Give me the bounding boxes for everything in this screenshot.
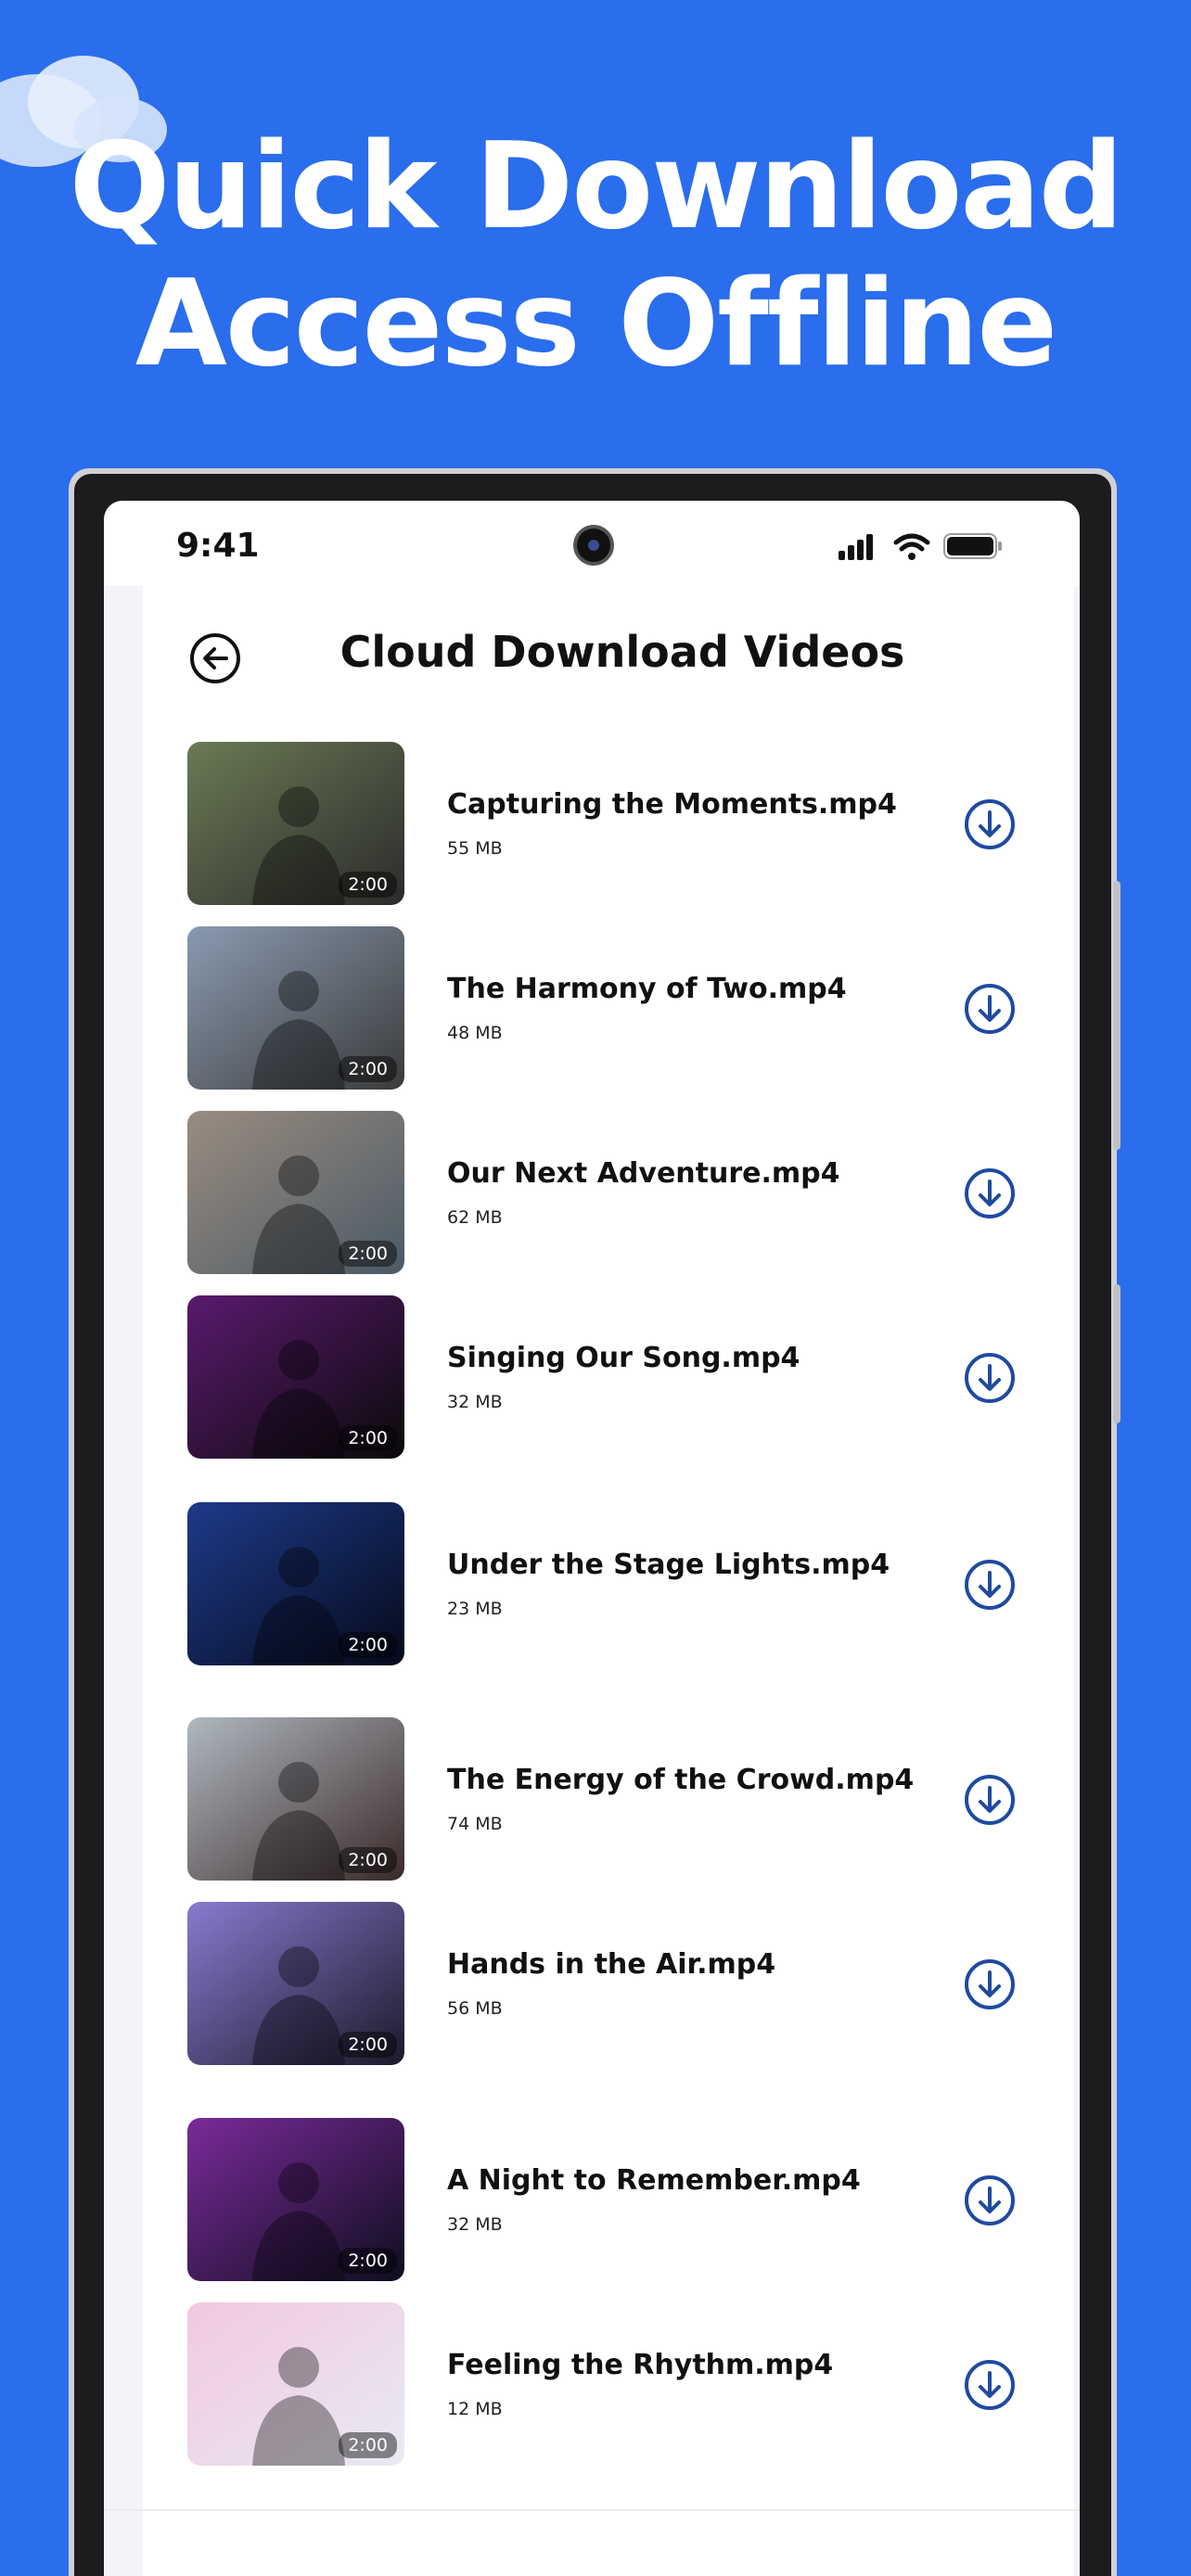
video-duration: 2:00 [339,1425,397,1451]
battery-icon [943,533,1002,559]
download-icon[interactable] [963,2358,1017,2412]
video-list-item[interactable]: 2:00 A Night to Remember.mp4 32 MB [143,2118,1074,2281]
video-list-item[interactable]: 2:00 The Harmony of Two.mp4 48 MB [143,926,1074,1090]
video-title: The Harmony of Two.mp4 [447,973,847,1005]
video-list-item[interactable]: 2:00 Feeling the Rhythm.mp4 12 MB [143,2302,1074,2466]
video-title: Capturing the Moments.mp4 [447,788,897,821]
video-thumbnail[interactable]: 2:00 [187,926,404,1090]
video-thumbnail[interactable]: 2:00 [187,742,404,905]
page-title: Cloud Download Videos [339,627,905,677]
video-duration: 2:00 [339,2432,397,2458]
video-file-size: 56 MB [447,1998,503,2019]
video-file-size: 74 MB [447,1814,503,1834]
status-time: 9:41 [176,527,260,565]
promo-headline: Quick Download Access Offline [0,119,1191,393]
signal-icon [839,534,873,560]
video-file-size: 12 MB [447,2399,503,2419]
video-thumbnail[interactable]: 2:00 [187,1717,404,1881]
video-list-item[interactable]: 2:00 Under the Stage Lights.mp4 23 MB [143,1502,1074,1665]
video-file-size: 62 MB [447,1207,503,1228]
video-duration: 2:00 [339,2248,397,2274]
video-thumbnail[interactable]: 2:00 [187,1902,404,2065]
video-list-item[interactable]: 2:00 Hands in the Air.mp4 56 MB [143,1902,1074,2065]
right-gutter [1074,586,1080,2576]
video-list-item[interactable]: 2:00 Capturing the Moments.mp4 55 MB [143,742,1074,905]
headline-line-2: Access Offline [134,255,1057,393]
video-file-size: 32 MB [447,1392,503,1412]
phone-side-button-2 [1113,1284,1121,1423]
phone-screen: 9:41 Cloud Download Videos 2:00 Capturin… [104,501,1080,2576]
download-icon[interactable] [963,1351,1017,1405]
download-icon[interactable] [963,982,1017,1036]
video-title: The Energy of the Crowd.mp4 [447,1764,915,1796]
video-title: A Night to Remember.mp4 [447,2164,861,2197]
status-icons [839,533,1002,560]
video-thumbnail[interactable]: 2:00 [187,1111,404,1274]
video-thumbnail[interactable]: 2:00 [187,2118,404,2281]
headline-line-1: Quick Download [69,118,1124,256]
video-list-item[interactable]: 2:00 Our Next Adventure.mp4 62 MB [143,1111,1074,1274]
video-title: Our Next Adventure.mp4 [447,1157,840,1190]
video-title: Feeling the Rhythm.mp4 [447,2349,834,2381]
video-title: Hands in the Air.mp4 [447,1948,776,1981]
phone-side-button-1 [1113,881,1121,1150]
download-icon[interactable] [963,2174,1017,2227]
video-duration: 2:00 [339,1056,397,1082]
video-duration: 2:00 [339,1632,397,1658]
video-duration: 2:00 [339,1241,397,1267]
video-thumbnail[interactable]: 2:00 [187,2302,404,2466]
front-camera [573,525,614,566]
video-file-size: 48 MB [447,1023,503,1043]
video-file-size: 23 MB [447,1599,503,1619]
video-thumbnail[interactable]: 2:00 [187,1295,404,1459]
video-title: Under the Stage Lights.mp4 [447,1549,890,1581]
left-gutter [104,586,143,2576]
bottom-divider [104,2509,1080,2511]
video-thumbnail[interactable]: 2:00 [187,1502,404,1665]
screen-header: Cloud Download Videos [143,586,1074,725]
download-icon[interactable] [963,1558,1017,1612]
video-file-size: 32 MB [447,2214,503,2235]
download-icon[interactable] [963,1773,1017,1827]
download-icon[interactable] [963,1167,1017,1220]
wifi-icon [893,533,930,560]
video-list-item[interactable]: 2:00 The Energy of the Crowd.mp4 74 MB [143,1717,1074,1881]
video-title: Singing Our Song.mp4 [447,1342,800,1374]
video-duration: 2:00 [339,1847,397,1873]
video-duration: 2:00 [339,872,397,898]
download-icon[interactable] [963,797,1017,851]
status-bar: 9:41 [104,501,1080,584]
video-duration: 2:00 [339,2032,397,2058]
download-icon[interactable] [963,1958,1017,2011]
video-file-size: 55 MB [447,838,503,859]
video-list-item[interactable]: 2:00 Singing Our Song.mp4 32 MB [143,1295,1074,1459]
